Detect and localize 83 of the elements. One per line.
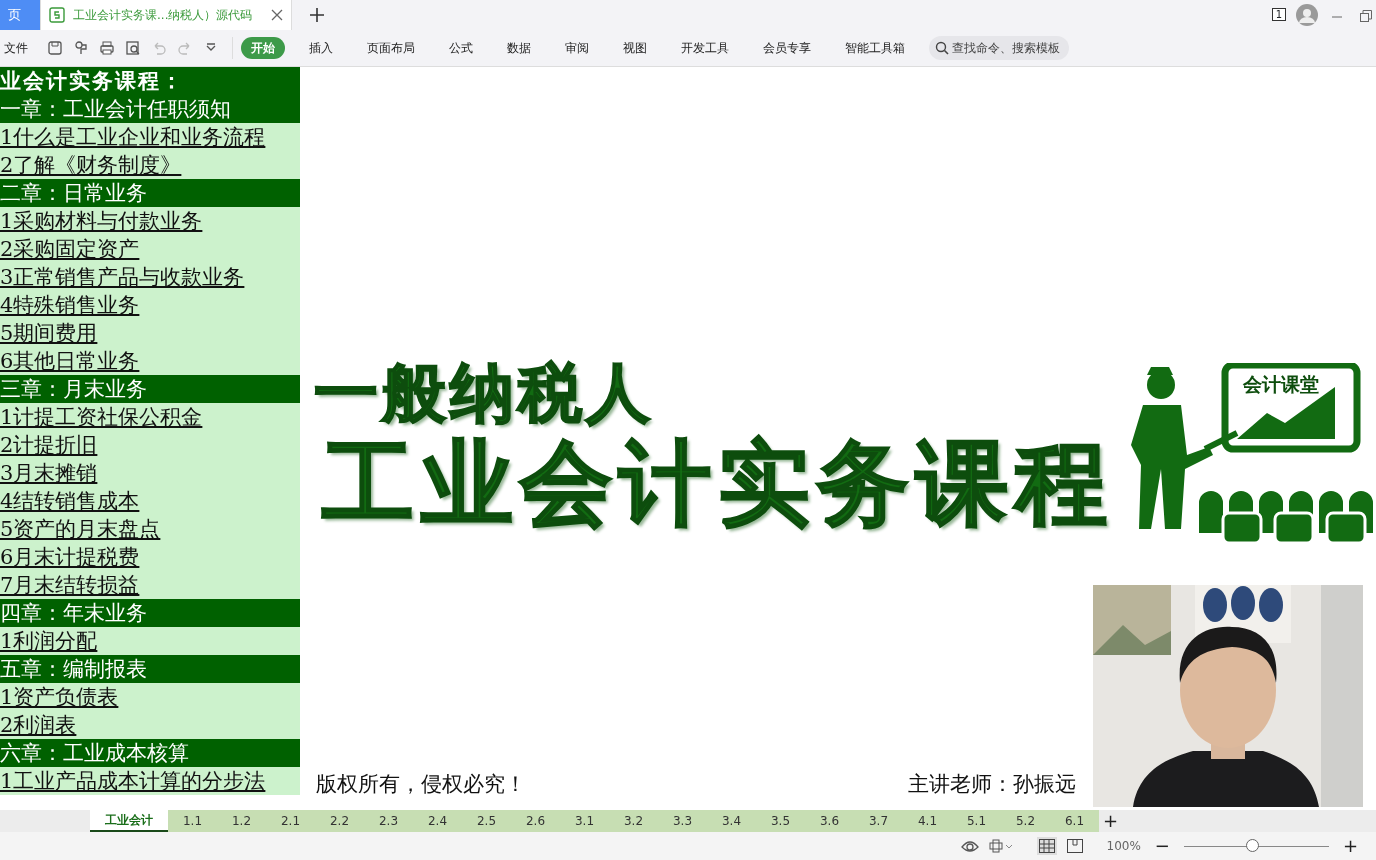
add-sheet-button[interactable]: +: [1099, 810, 1123, 832]
lesson-link[interactable]: 2采购固定资产: [0, 237, 140, 261]
file-menu[interactable]: 文件: [0, 37, 38, 59]
ribbon-tab[interactable]: 公式: [439, 37, 483, 59]
sheet-file-icon: [49, 7, 65, 23]
sheet-tab[interactable]: 1.2: [217, 810, 266, 832]
chapter-heading: 一章：工业会计任职须知: [0, 95, 300, 123]
notification-badge[interactable]: 1: [1271, 8, 1286, 21]
new-tab-icon[interactable]: [310, 8, 324, 22]
ribbon-tab[interactable]: 插入: [299, 37, 343, 59]
banner-title: 工业会计实务课程: [322, 431, 1114, 536]
ribbon-tab[interactable]: 审阅: [555, 37, 599, 59]
sheet-tab[interactable]: 3.3: [658, 810, 707, 832]
lesson-link[interactable]: 2计提折旧: [0, 433, 98, 457]
sheet-tab[interactable]: 3.4: [707, 810, 756, 832]
sheet-tab[interactable]: 5.2: [1001, 810, 1050, 832]
eye-icon[interactable]: [960, 839, 979, 853]
ribbon-tab[interactable]: 视图: [613, 37, 657, 59]
lesson-link[interactable]: 5资产的月末盘点: [0, 517, 161, 541]
save-icon[interactable]: [47, 40, 63, 56]
sheet-tab[interactable]: 4.1: [903, 810, 952, 832]
chapter-heading: 六章：工业成本核算: [0, 739, 300, 767]
slider-thumb[interactable]: [1246, 839, 1260, 852]
chapter-heading: 四章：年末业务: [0, 599, 300, 627]
close-icon[interactable]: [271, 9, 283, 21]
lesson-link[interactable]: 6月末计提税费: [0, 545, 140, 569]
chapter-heading: 三章：月末业务: [0, 375, 300, 403]
sheet-tab[interactable]: 工业会计: [90, 810, 168, 832]
sheet-tab[interactable]: 2.1: [266, 810, 315, 832]
lesson-link[interactable]: 7月末结转损益: [0, 573, 140, 597]
sheet-tab[interactable]: 6.1: [1050, 810, 1099, 832]
ribbon-tab[interactable]: 开始: [241, 37, 285, 59]
lesson-link[interactable]: 6其他日常业务: [0, 349, 140, 373]
lesson-link[interactable]: 4结转销售成本: [0, 489, 140, 513]
restore-icon[interactable]: [1360, 10, 1372, 22]
ribbon-tab[interactable]: 开发工具: [671, 37, 739, 59]
zoom-in-button[interactable]: +: [1338, 837, 1362, 855]
print-preview-icon[interactable]: [125, 40, 141, 56]
outline-title: 业会计实务课程：: [0, 67, 300, 95]
sheet-tab[interactable]: 5.1: [952, 810, 1001, 832]
print-icon[interactable]: [99, 40, 115, 56]
lesson-link[interactable]: 5期间费用: [0, 321, 98, 345]
sheet-tab[interactable]: 3.1: [560, 810, 609, 832]
chapter-heading: 二章：日常业务: [0, 179, 300, 207]
lesson-link[interactable]: 1利润分配: [0, 629, 98, 653]
sheet-tab[interactable]: 2.3: [364, 810, 413, 832]
lesson-link[interactable]: 3月末摊销: [0, 461, 98, 485]
lecturer-name: 主讲老师：孙振远: [908, 770, 1076, 798]
lesson-link[interactable]: 1采购材料与付款业务: [0, 209, 203, 233]
page-view-icon[interactable]: [1066, 839, 1083, 853]
grid-view-icon[interactable]: [1036, 837, 1057, 855]
lesson-link[interactable]: 1工业产品成本计算的分步法: [0, 769, 266, 793]
zoom-out-button[interactable]: −: [1150, 837, 1174, 855]
chapter-heading: 五章：编制报表: [0, 655, 300, 683]
sheet-tab[interactable]: 3.5: [756, 810, 805, 832]
lesson-link[interactable]: 1计提工资社保公积金: [0, 405, 203, 429]
lesson-link[interactable]: 3正常销售产品与收款业务: [0, 265, 245, 289]
lesson-link[interactable]: 2了解《财务制度》: [0, 153, 182, 177]
board-label: 会计课堂: [1243, 373, 1319, 395]
lesson-link[interactable]: 4特殊销售业务: [0, 293, 140, 317]
sheet-tab[interactable]: 1.1: [168, 810, 217, 832]
sheet-tab[interactable]: 3.6: [805, 810, 854, 832]
lesson-link[interactable]: 2利润表: [0, 713, 77, 737]
lesson-link[interactable]: 1什么是工业企业和业务流程: [0, 125, 266, 149]
crosshair-icon[interactable]: [988, 839, 1013, 853]
sheet-tab[interactable]: 2.5: [462, 810, 511, 832]
avatar-icon[interactable]: [1296, 4, 1318, 26]
lesson-link[interactable]: 1资产负债表: [0, 685, 119, 709]
copyright-note: 版权所有，侵权必究！: [316, 770, 526, 798]
sheet-tab[interactable]: 2.6: [511, 810, 560, 832]
sheet-tab[interactable]: 3.2: [609, 810, 658, 832]
search-field[interactable]: 查找命令、搜索模板: [929, 36, 1069, 60]
ribbon-tab[interactable]: 会员专享: [753, 37, 821, 59]
sheet-tab[interactable]: 2.2: [315, 810, 364, 832]
document-tab[interactable]: 工业会计实务课...纳税人）源代码: [40, 0, 292, 30]
ribbon-tab[interactable]: 智能工具箱: [835, 37, 915, 59]
sheet-tab[interactable]: 2.4: [413, 810, 462, 832]
zoom-level[interactable]: 100%: [1106, 837, 1141, 855]
banner-subtitle: 一般纳税人: [314, 355, 654, 431]
sheet-tab[interactable]: 3.7: [854, 810, 903, 832]
search-icon: [935, 41, 949, 55]
ribbon-tab[interactable]: 数据: [497, 37, 541, 59]
ribbon-tab[interactable]: 页面布局: [357, 37, 425, 59]
